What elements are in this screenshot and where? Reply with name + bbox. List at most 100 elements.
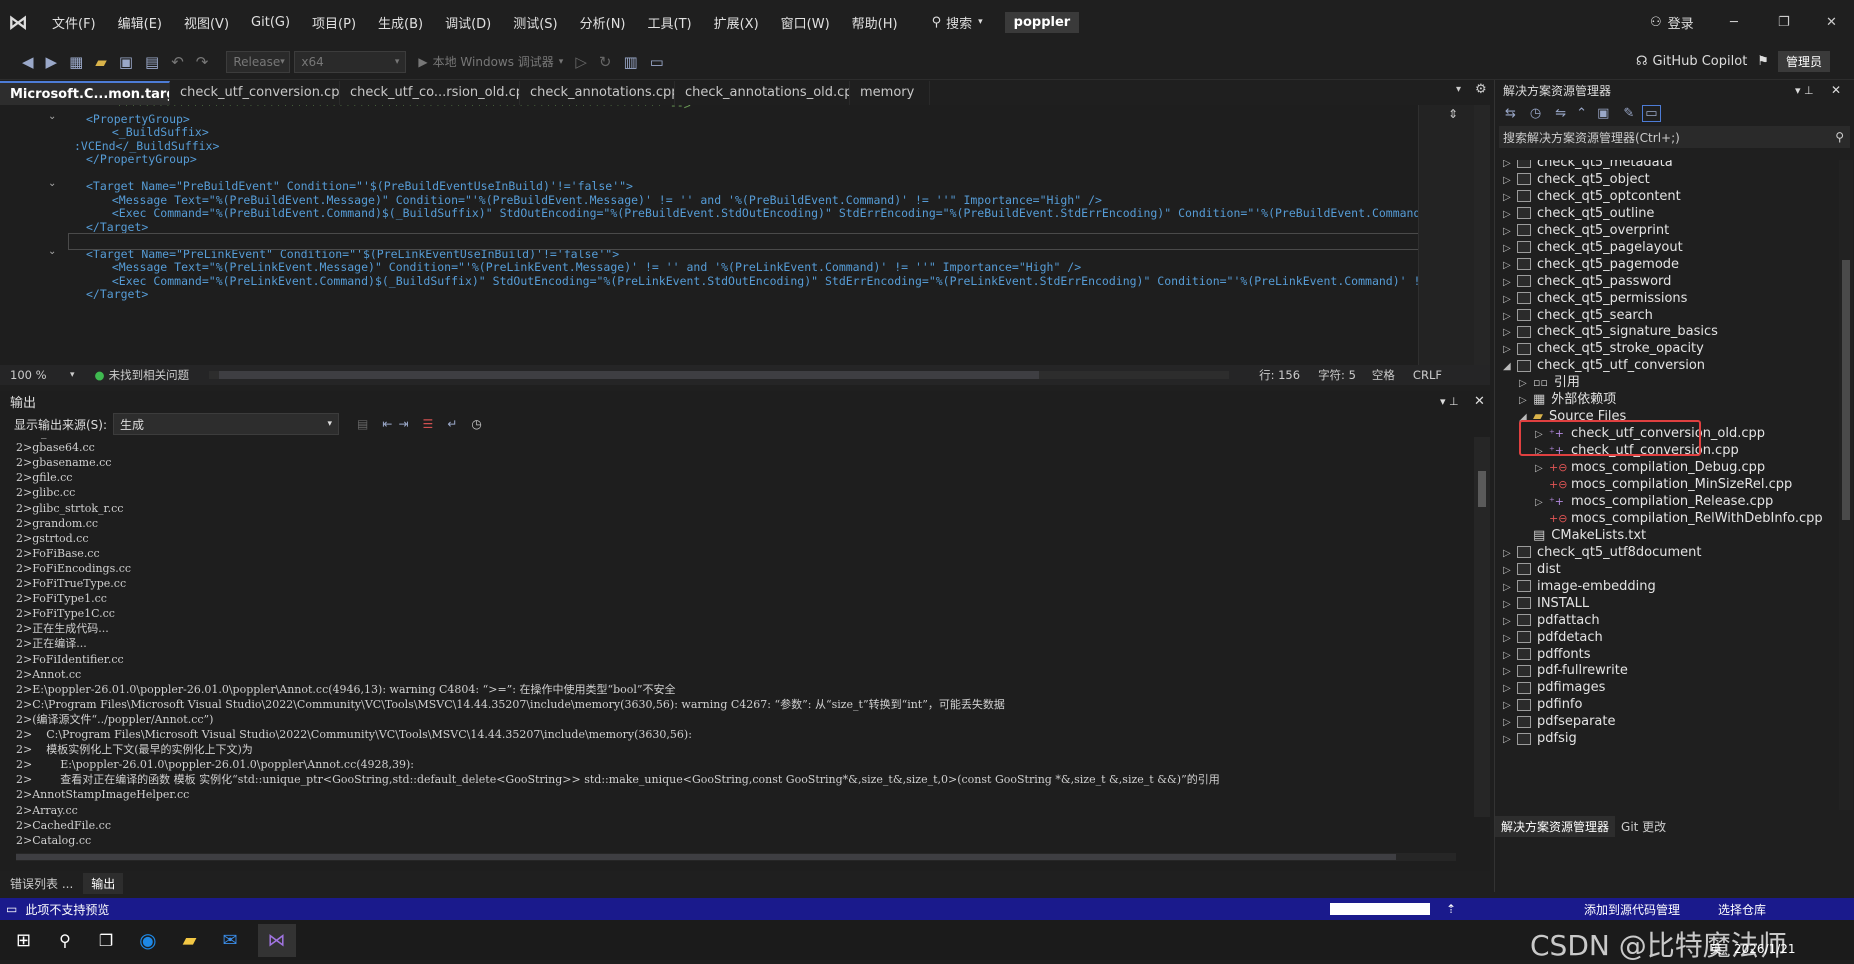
minimize-button[interactable]: ─ <box>1730 15 1738 30</box>
ime-language[interactable]: 英 <box>1710 940 1722 957</box>
split-editor-icon[interactable]: ⇕ <box>1448 107 1458 121</box>
solution-tree: ▷check_qt5_links▷check_qt5_metadata▷chec… <box>1495 160 1835 810</box>
find-message-icon[interactable]: ▤ <box>357 417 368 431</box>
pin-icon[interactable]: ▾ ⊥ <box>1440 395 1459 408</box>
fold-chevron-icon[interactable]: ⌄ <box>48 246 56 257</box>
fold-chevron-icon[interactable]: ⌄ <box>48 178 56 189</box>
search-icon[interactable]: ⚲ <box>59 931 71 950</box>
collapse-all-icon[interactable]: ⌃ <box>1576 106 1587 121</box>
output-source-select[interactable]: 生成 ▾ <box>113 413 340 435</box>
visual-studio-icon[interactable]: ⋈ <box>257 923 296 957</box>
scroll-thumb[interactable] <box>1842 260 1850 520</box>
solution-vertical-scrollbar[interactable] <box>1839 160 1853 810</box>
add-source-control[interactable]: 添加到源代码管理 <box>1584 901 1680 918</box>
save-all-icon[interactable]: ▤ <box>145 53 159 71</box>
start-debugger-button[interactable]: ▶ 本地 Windows 调试器 ▾ <box>418 53 563 70</box>
preview-icon[interactable]: ▭ <box>1642 104 1661 122</box>
horizontal-scrollbar[interactable] <box>209 371 1230 379</box>
search-button[interactable]: ⚲ 搜索 ▾ <box>932 13 983 32</box>
output-text[interactable]: 2>tt_utils.cc2>gbase64.cc2>gbasename.cc2… <box>0 437 1472 849</box>
mail-app-icon[interactable]: ✉ <box>222 930 237 951</box>
clear-all-icon[interactable]: ☰ <box>423 417 434 431</box>
tab-document[interactable]: check_annotations_old.cpp <box>675 80 850 105</box>
tree-item[interactable]: ▷ pdfsig <box>1503 729 1577 749</box>
solution-search-box[interactable]: 搜索解决方案资源管理器(Ctrl+;) ⚲ <box>1499 126 1850 148</box>
menu-item[interactable]: 测试(S) <box>513 13 557 32</box>
menu-item[interactable]: 扩展(X) <box>714 13 759 32</box>
tab-error-list[interactable]: 错误列表 ... <box>0 873 83 894</box>
new-project-icon[interactable]: ▦ <box>69 53 83 71</box>
vertical-scrollbar[interactable] <box>1474 105 1490 367</box>
tab-solution-explorer[interactable]: 解决方案资源管理器 <box>1495 815 1616 837</box>
scroll-thumb[interactable] <box>1478 471 1486 507</box>
task-view-icon[interactable]: ❐ <box>99 931 113 950</box>
scroll-thumb[interactable] <box>16 854 1396 860</box>
layout-icon[interactable]: ▭ <box>650 53 664 71</box>
open-folder-icon[interactable]: ▰ <box>95 53 107 71</box>
menu-item[interactable]: 调试(D) <box>445 13 491 32</box>
zoom-level[interactable]: 100 % <box>10 368 70 382</box>
menu-item[interactable]: 生成(B) <box>378 13 423 32</box>
show-all-files-icon[interactable]: ▣ <box>1597 106 1609 121</box>
tab-document[interactable]: check_annotations.cpp <box>520 80 675 105</box>
undo-icon[interactable]: ↶ <box>171 53 184 71</box>
tab-document[interactable]: check_utf_co...rsion_old.cpp <box>340 80 520 105</box>
next-message-icon[interactable]: ⇥ <box>398 417 408 431</box>
close-icon[interactable]: ✕ <box>1831 83 1841 97</box>
menu-item[interactable]: 工具(T) <box>648 13 692 32</box>
collapse-arrow-icon[interactable]: ◢ <box>1503 357 1517 377</box>
word-wrap-icon[interactable]: ↵ <box>447 417 457 431</box>
save-icon[interactable]: ▣ <box>119 53 133 71</box>
scroll-thumb[interactable] <box>219 371 1040 379</box>
prev-message-icon[interactable]: ⇤ <box>382 417 392 431</box>
redo-icon[interactable]: ↷ <box>196 53 209 71</box>
tab-document[interactable]: check_utf_conversion.cpp <box>170 80 340 105</box>
menu-item[interactable]: 编辑(E) <box>118 13 162 32</box>
switch-views-icon[interactable]: ⇆ <box>1505 106 1516 121</box>
menu-item[interactable]: 分析(N) <box>580 13 626 32</box>
code-editor[interactable]: ****************************************… <box>0 105 1490 367</box>
clock-icon[interactable]: ◷ <box>471 417 481 431</box>
file-explorer-icon[interactable]: ▰ <box>183 930 197 951</box>
run-without-debug-icon[interactable]: ▷ <box>575 53 587 71</box>
upload-icon[interactable]: ⇡ <box>1446 902 1456 916</box>
platform-select[interactable]: x64 ▾ <box>294 50 407 73</box>
menu-item[interactable]: 视图(V) <box>184 13 229 32</box>
menu-item[interactable]: 文件(F) <box>52 13 96 32</box>
maximize-button[interactable]: ❐ <box>1778 15 1790 30</box>
properties-icon[interactable]: ✎ <box>1623 106 1634 121</box>
tab-git-changes[interactable]: Git 更改 <box>1615 816 1672 837</box>
login-button[interactable]: ⚇ 登录 <box>1650 13 1694 32</box>
menu-item[interactable]: 窗口(W) <box>781 13 830 32</box>
copilot-button[interactable]: ☊ GitHub Copilot ⚑ <box>1636 54 1769 69</box>
configuration-select[interactable]: Release ▾ <box>226 50 291 73</box>
tab-document[interactable]: Microsoft.C...mon.targets⊥✕ <box>0 80 170 105</box>
history-icon[interactable]: ◷ <box>1530 106 1541 121</box>
menu-item[interactable]: 项目(P) <box>312 13 356 32</box>
sync-icon[interactable]: ⇋ <box>1555 106 1566 121</box>
vs-logo-icon[interactable]: ⋈ <box>8 10 48 34</box>
hot-reload-icon[interactable]: ↻ <box>599 53 612 71</box>
menu-item[interactable]: Git(G) <box>251 15 290 30</box>
pin-icon[interactable]: ▾ ⊥ <box>1795 84 1814 97</box>
windows-start-icon[interactable]: ⊞ <box>16 930 31 951</box>
edge-browser-icon[interactable]: ◉ <box>139 928 156 952</box>
fold-chevron-icon[interactable]: ⌄ <box>48 105 56 108</box>
menu-item[interactable]: 帮助(H) <box>852 13 898 32</box>
clock-date[interactable]: 2026/1/21 <box>1734 942 1796 956</box>
back-icon[interactable]: ◀ <box>22 53 34 71</box>
output-vertical-scrollbar[interactable] <box>1474 437 1490 817</box>
browse-icon[interactable]: ▥ <box>623 53 637 71</box>
expand-arrow-icon[interactable]: ▷ <box>1503 730 1517 750</box>
minimap[interactable] <box>1418 105 1474 367</box>
tab-overflow-icon[interactable]: ▾ <box>1456 84 1461 95</box>
fold-chevron-icon[interactable]: ⌄ <box>48 111 56 122</box>
close-button[interactable]: ✕ <box>1826 15 1837 30</box>
select-repo[interactable]: 选择仓库 <box>1718 901 1766 918</box>
close-icon[interactable]: ✕ <box>1474 394 1485 409</box>
output-horizontal-scrollbar[interactable] <box>16 853 1456 861</box>
settings-gear-icon[interactable]: ⚙ <box>1475 82 1487 97</box>
tab-document[interactable]: memory <box>850 80 930 105</box>
forward-icon[interactable]: ▶ <box>46 53 58 71</box>
tab-output[interactable]: 输出 <box>83 872 124 894</box>
